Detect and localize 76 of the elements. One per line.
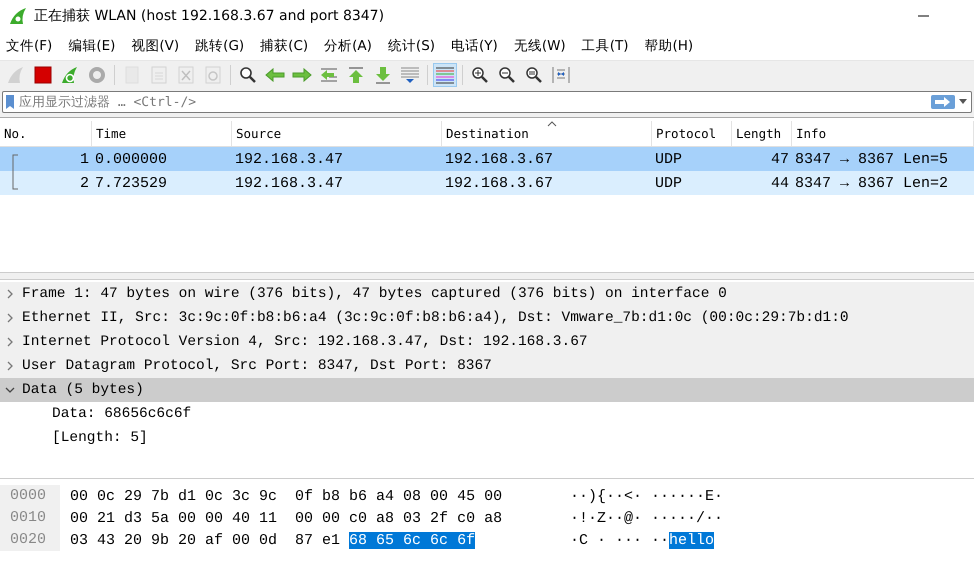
byte-offset: 0000 <box>0 485 60 507</box>
table-cell-text: 47 <box>770 150 790 168</box>
ascii-bytes: hello <box>669 532 714 548</box>
table-cell-text: 7.723529 <box>94 174 168 192</box>
tree-row[interactable]: User Datagram Protocol, Src Port: 8347, Dst Port: 8367 <box>0 354 974 378</box>
byte-offset: 0020 <box>0 529 60 551</box>
table-cell-text: 8347 → 8367 Len=2 <box>794 174 950 192</box>
tree-row[interactable]: Data (5 bytes) <box>0 378 974 402</box>
resize-columns-icon <box>551 66 571 84</box>
shark-fin-icon <box>8 6 28 26</box>
table-cell-text: 192.168.3.67 <box>444 150 554 168</box>
column-header[interactable]: Info <box>792 121 974 146</box>
ascii-bytes: ··){··<· ······E· <box>570 488 724 504</box>
ascii-bytes: ·C · ··· ·· <box>570 532 670 548</box>
menu-item[interactable]: 工具(T) <box>582 37 628 55</box>
menu-item[interactable]: 编辑(E) <box>68 37 116 55</box>
menu-item[interactable]: 跳转(G) <box>195 37 244 55</box>
tree-row[interactable]: Frame 1: 47 bytes on wire (376 bits), 47 bytes captured (376 bits) on interface 0 <box>0 282 974 306</box>
table-cell-text: UDP <box>654 150 684 168</box>
table-cell-text: 192.168.3.67 <box>444 174 554 192</box>
menu-item[interactable]: 分析(A) <box>324 37 372 55</box>
restart-icon <box>60 65 80 85</box>
ascii-bytes: ·!·Z··@· ·····/·· <box>570 510 724 526</box>
lines-icon <box>400 66 420 84</box>
sort-caret-icon <box>546 121 556 127</box>
table-cell-text: UDP <box>654 174 684 192</box>
packet-row[interactable]: 1 0.000000 192.168.3.47 192.168.3.67 UDP 47 8347 → 8367 Len=5 <box>0 147 974 171</box>
menu-item[interactable]: 统计(S) <box>388 37 436 55</box>
bookmark-icon[interactable] <box>5 94 15 110</box>
menu-item[interactable]: 无线(W) <box>514 37 566 55</box>
gear-icon <box>88 66 106 84</box>
zoom-out-icon <box>498 66 516 84</box>
jump-to-line-icon <box>319 66 339 84</box>
stop-icon <box>34 66 52 84</box>
table-cell-text: 192.168.3.47 <box>234 150 344 168</box>
colored-lines-icon <box>435 66 455 84</box>
reload-icon <box>205 66 221 84</box>
column-header[interactable]: Protocol <box>652 121 732 146</box>
hex-bytes: 68 65 6c 6c 6f <box>349 532 476 548</box>
table-cell-text: 8347 → 8367 Len=5 <box>794 150 950 168</box>
zoom-reset-icon <box>525 66 543 84</box>
hex-bytes: 00 0c 29 7b d1 0c 3c 9c 0f b8 b6 a4 08 00 45 00 <box>70 488 502 504</box>
menu-item[interactable]: 捕获(C) <box>260 37 308 55</box>
column-header[interactable]: Source <box>232 121 442 146</box>
table-cell-text: 2 <box>78 174 90 192</box>
tree-row[interactable]: Ethernet II, Src: 3c:9c:0f:b8:b6:a4 (3c:9c:0f:b8:b6:a4), Dst: Vmware_7b:d1:0c (00:0c:29:7b:d1:0 <box>0 306 974 330</box>
table-cell-text: 1 <box>78 150 90 168</box>
byte-offset: 0010 <box>0 507 60 529</box>
display-filter-field[interactable]: 应用显示过滤器 … <Ctrl-/> <box>2 91 972 113</box>
menu-item[interactable]: 帮助(H) <box>644 37 694 55</box>
column-header[interactable]: No. <box>0 121 92 146</box>
close-file-icon <box>178 66 194 84</box>
window-title: 正在捕获 WLAN (host 192.168.3.67 and port 8347) <box>34 7 386 25</box>
table-cell-text: 192.168.3.47 <box>234 174 344 192</box>
shark-fin-icon <box>6 65 26 85</box>
packet-row[interactable]: 2 7.723529 192.168.3.47 192.168.3.67 UDP 44 8347 → 8367 Len=2 <box>0 171 974 195</box>
column-header[interactable]: Length <box>732 121 792 146</box>
arrow-right-icon <box>292 67 312 83</box>
menu-item[interactable]: 电话(Y) <box>451 37 498 55</box>
document-icon <box>151 66 167 84</box>
search-icon <box>239 66 257 84</box>
table-cell-text: 0.000000 <box>94 150 168 168</box>
hex-bytes: 03 43 20 9b 20 af 00 0d 87 e1 <box>70 532 342 548</box>
table-cell-text: 44 <box>770 174 790 192</box>
menu-item[interactable]: 视图(V) <box>131 37 180 55</box>
arrow-left-icon <box>265 67 285 83</box>
dropdown-caret-icon[interactable] <box>959 99 967 105</box>
column-header[interactable]: Time <box>92 121 232 146</box>
hex-bytes: 00 21 d3 5a 00 00 40 11 00 00 c0 a8 03 2f c0 a8 <box>70 510 502 526</box>
arrow-up-icon <box>347 66 365 84</box>
arrow-down-icon <box>374 66 392 84</box>
column-header[interactable]: Destination <box>442 121 652 146</box>
menu-item[interactable]: 文件(F) <box>6 37 52 55</box>
zoom-in-icon <box>471 66 489 84</box>
tree-row[interactable]: Internet Protocol Version 4, Src: 192.168.3.47, Dst: 192.168.3.67 <box>0 330 974 354</box>
toolbar-button[interactable] <box>433 63 457 87</box>
